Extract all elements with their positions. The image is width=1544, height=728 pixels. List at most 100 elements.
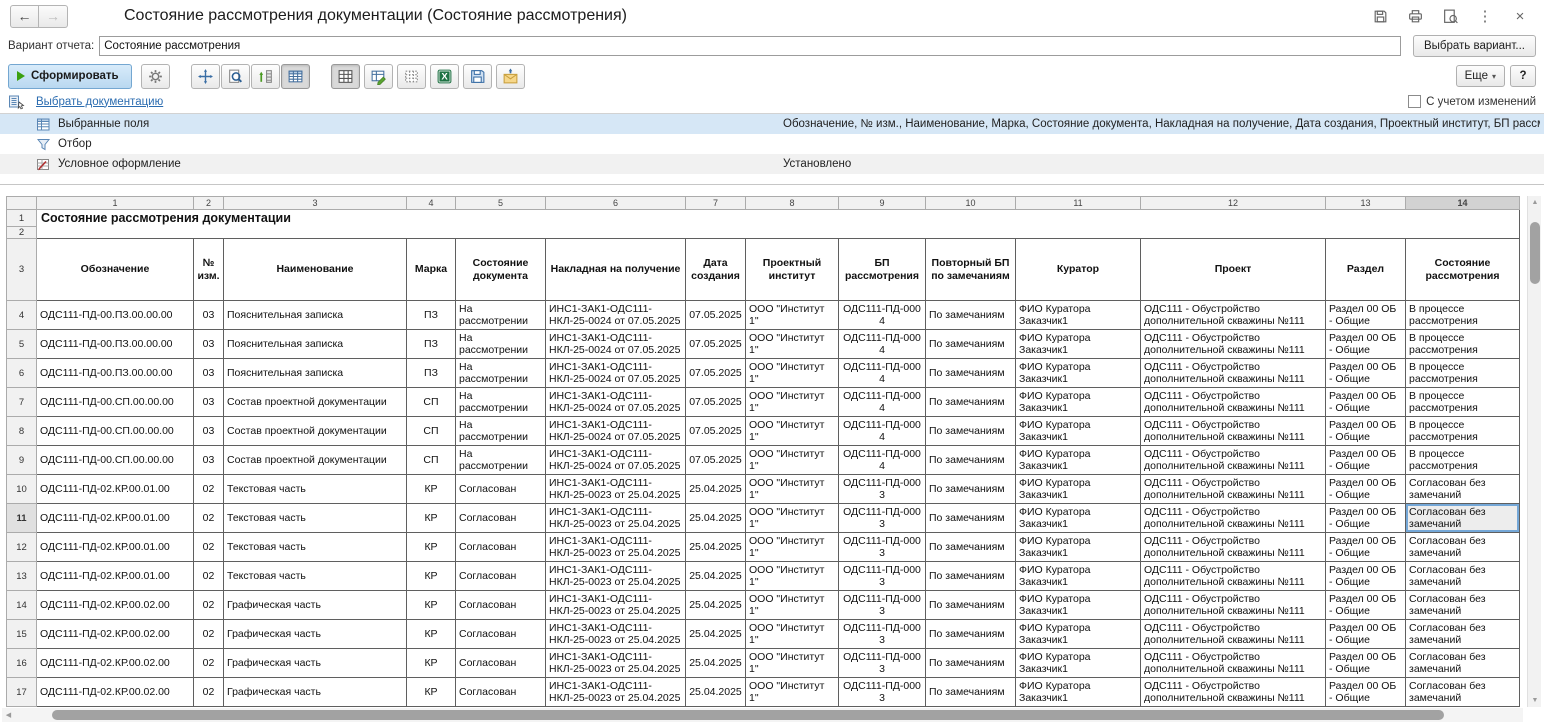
grid-cell[interactable]: Графическая часть [224, 649, 407, 678]
row-number[interactable]: 15 [7, 620, 37, 649]
grid-cell[interactable]: Раздел 00 ОБ - Общие [1326, 475, 1406, 504]
grid-cell[interactable]: Графическая часть [224, 591, 407, 620]
grid-cell[interactable]: 02 [194, 504, 224, 533]
save-button[interactable] [1370, 6, 1390, 26]
column-number[interactable]: 10 [926, 197, 1016, 210]
grid-cell[interactable]: ИНС1-ЗАК1-ОДС111-НКЛ-25-0024 от 07.05.20… [546, 446, 686, 475]
grid-cell[interactable]: ООО "Институт 1" [746, 649, 839, 678]
column-header[interactable]: Раздел [1326, 239, 1406, 301]
row-number[interactable]: 16 [7, 649, 37, 678]
grid-cell[interactable]: На рассмотрении [456, 359, 546, 388]
grid-cell[interactable]: ОДС111-ПД-0003 [839, 649, 926, 678]
grid-cell[interactable]: ОДС111 - Обустройство дополнительной скв… [1141, 591, 1326, 620]
row-number[interactable]: 14 [7, 591, 37, 620]
grid-cell[interactable]: ИНС1-ЗАК1-ОДС111-НКЛ-25-0024 от 07.05.20… [546, 388, 686, 417]
grid-cell[interactable]: По замечаниям [926, 620, 1016, 649]
settings-row-selected-fields[interactable]: Выбранные поля Обозначение, № изм., Наим… [0, 114, 1544, 134]
grid-cell[interactable]: В процессе рассмотрения [1406, 330, 1520, 359]
grid-cell[interactable]: ООО "Институт 1" [746, 417, 839, 446]
help-button[interactable]: ? [1510, 65, 1536, 87]
grid-cell[interactable]: По замечаниям [926, 533, 1016, 562]
excel-export-button[interactable]: X [430, 64, 459, 89]
grid-cell[interactable]: ОДС111 - Обустройство дополнительной скв… [1141, 678, 1326, 707]
row-number[interactable]: 4 [7, 301, 37, 330]
grid-cell[interactable]: По замечаниям [926, 591, 1016, 620]
grid-cell[interactable]: КР [407, 620, 456, 649]
grid-cell[interactable]: КР [407, 649, 456, 678]
grid-cell[interactable]: ОДС111-ПД-0004 [839, 388, 926, 417]
grid-cell[interactable]: Раздел 00 ОБ - Общие [1326, 533, 1406, 562]
grid-cell[interactable]: 25.04.2025 [686, 562, 746, 591]
print-button[interactable] [1405, 6, 1425, 26]
grid-cell[interactable]: 02 [194, 678, 224, 707]
grid-cell[interactable]: Пояснительная записка [224, 330, 407, 359]
grid-cell[interactable]: ОДС111-ПД-02.КР.00.01.00 [37, 475, 194, 504]
grid-cell[interactable]: ОДС111 - Обустройство дополнительной скв… [1141, 649, 1326, 678]
grid-cell[interactable]: ООО "Институт 1" [746, 359, 839, 388]
grid-cell[interactable]: Согласован без замечаний [1406, 475, 1520, 504]
grid-cell[interactable]: Раздел 00 ОБ - Общие [1326, 446, 1406, 475]
grid-cell[interactable]: ИНС1-ЗАК1-ОДС111-НКЛ-25-0023 от 25.04.20… [546, 591, 686, 620]
grid-cell[interactable]: 03 [194, 330, 224, 359]
grid-cell[interactable]: ОДС111 - Обустройство дополнительной скв… [1141, 562, 1326, 591]
column-header[interactable]: Куратор [1016, 239, 1141, 301]
grid-cell[interactable]: ОДС111 - Обустройство дополнительной скв… [1141, 388, 1326, 417]
grid-cell[interactable]: По замечаниям [926, 649, 1016, 678]
grid-cell[interactable]: ФИО Куратора Заказчик1 [1016, 620, 1141, 649]
grid-cell[interactable]: По замечаниям [926, 446, 1016, 475]
column-header[interactable]: № изм. [194, 239, 224, 301]
grid-cell[interactable]: ИНС1-ЗАК1-ОДС111-НКЛ-25-0023 от 25.04.20… [546, 475, 686, 504]
grid-cell[interactable]: 02 [194, 562, 224, 591]
row-number[interactable]: 3 [7, 239, 37, 301]
column-header[interactable]: Состояние рассмотрения [1406, 239, 1520, 301]
column-number[interactable]: 11 [1016, 197, 1141, 210]
scroll-up-icon[interactable]: ▲ [1528, 196, 1542, 209]
row-number[interactable]: 5 [7, 330, 37, 359]
grid-cell[interactable]: ФИО Куратора Заказчик1 [1016, 417, 1141, 446]
grid-cell[interactable]: ПЗ [407, 301, 456, 330]
grid-cell[interactable]: ОДС111-ПД-00.ПЗ.00.00.00 [37, 359, 194, 388]
grid-cell[interactable]: Раздел 00 ОБ - Общие [1326, 330, 1406, 359]
grid-cell[interactable]: На рассмотрении [456, 417, 546, 446]
row-number[interactable]: 2 [7, 227, 37, 239]
grid-cell[interactable]: ФИО Куратора Заказчик1 [1016, 359, 1141, 388]
column-header[interactable]: Наименование [224, 239, 407, 301]
grid-cell[interactable]: ООО "Институт 1" [746, 388, 839, 417]
grid-cell[interactable]: Текстовая часть [224, 533, 407, 562]
grid-cell[interactable]: КР [407, 533, 456, 562]
grid-cell[interactable]: По замечаниям [926, 301, 1016, 330]
grid-cell[interactable]: По замечаниям [926, 359, 1016, 388]
column-number[interactable]: 6 [546, 197, 686, 210]
row-number[interactable]: 11 [7, 504, 37, 533]
grid-cell[interactable]: 25.04.2025 [686, 504, 746, 533]
column-header[interactable]: БП рассмотрения [839, 239, 926, 301]
grid-cell[interactable]: Согласован [456, 620, 546, 649]
grid-cell[interactable]: Раздел 00 ОБ - Общие [1326, 417, 1406, 446]
grid-cell[interactable]: КР [407, 591, 456, 620]
grid-cell[interactable]: На рассмотрении [456, 301, 546, 330]
column-number[interactable]: 2 [194, 197, 224, 210]
changes-checkbox[interactable] [1408, 95, 1421, 108]
dotted-grid-button[interactable] [397, 64, 426, 89]
grid-cell[interactable]: КР [407, 475, 456, 504]
row-number[interactable]: 10 [7, 475, 37, 504]
grid-cell[interactable]: 25.04.2025 [686, 620, 746, 649]
grid-cell[interactable]: 07.05.2025 [686, 330, 746, 359]
grid-cell[interactable]: ФИО Куратора Заказчик1 [1016, 678, 1141, 707]
column-number[interactable]: 3 [224, 197, 407, 210]
column-number[interactable]: 7 [686, 197, 746, 210]
grid-cell[interactable]: 07.05.2025 [686, 301, 746, 330]
grid-cell[interactable]: КР [407, 678, 456, 707]
grid-cell[interactable]: ОДС111-ПД-0003 [839, 620, 926, 649]
grid-cell[interactable]: В процессе рассмотрения [1406, 301, 1520, 330]
grid-cell[interactable]: ФИО Куратора Заказчик1 [1016, 475, 1141, 504]
horizontal-scroll-thumb[interactable] [52, 710, 1444, 720]
grid-cell[interactable]: ИНС1-ЗАК1-ОДС111-НКЛ-25-0023 от 25.04.20… [546, 678, 686, 707]
scroll-down-icon[interactable]: ▼ [1528, 694, 1542, 707]
grid-cell[interactable]: ФИО Куратора Заказчик1 [1016, 330, 1141, 359]
grid-cell[interactable]: По замечаниям [926, 504, 1016, 533]
grid-cell[interactable]: ОДС111-ПД-0003 [839, 591, 926, 620]
grid-cell[interactable]: ОДС111-ПД-0004 [839, 301, 926, 330]
grid-cell[interactable]: Согласован [456, 475, 546, 504]
grid-cell[interactable]: ООО "Институт 1" [746, 475, 839, 504]
